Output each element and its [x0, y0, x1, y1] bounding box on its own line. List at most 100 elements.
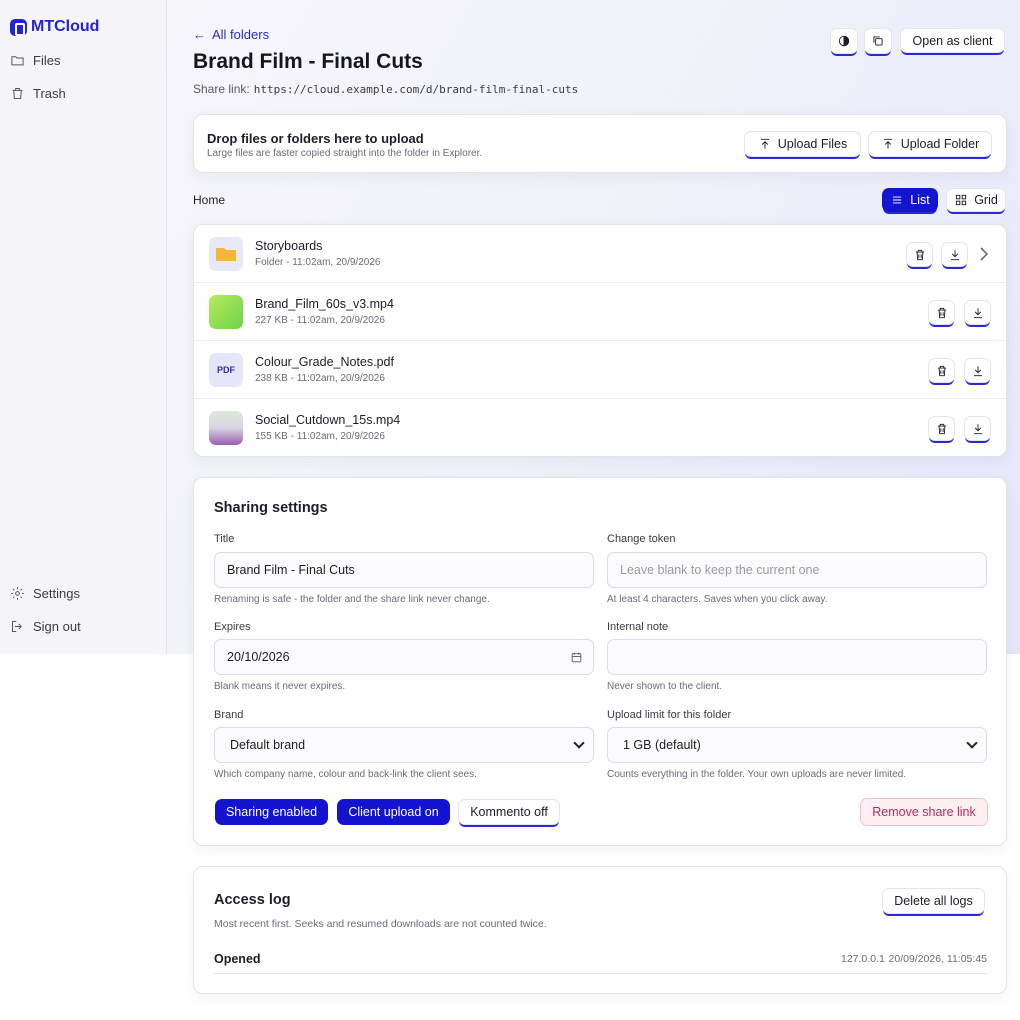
file-name: Brand_Film_60s_v3.mp4: [255, 297, 394, 311]
upload-folder-label: Upload Folder: [900, 137, 980, 151]
file-meta: 238 KB - 11:02am, 20/9/2026: [255, 373, 385, 384]
view-grid-label: Grid: [974, 193, 998, 207]
upload-folder-button[interactable]: Upload Folder: [868, 131, 992, 157]
section-title: Sharing settings: [214, 500, 328, 516]
breadcrumb[interactable]: Home: [193, 193, 225, 207]
file-row[interactable]: Brand_Film_60s_v3.mp4 227 KB - 11:02am, …: [194, 283, 1006, 341]
list-icon: [893, 196, 902, 204]
upload-heading: Drop files or folders here to upload: [207, 131, 424, 146]
chevron-right-icon[interactable]: [979, 247, 989, 261]
grid-icon: [956, 194, 967, 206]
delete-button[interactable]: [906, 242, 933, 267]
share-link-url[interactable]: https://cloud.example.com/d/brand-film-f…: [254, 83, 579, 96]
brand-select[interactable]: Default brand: [214, 727, 594, 763]
download-icon: [973, 365, 982, 376]
sidebar-item-files[interactable]: Files: [10, 53, 60, 68]
upload-files-button[interactable]: Upload Files: [744, 131, 861, 157]
sidebar-item-settings[interactable]: Settings: [10, 586, 80, 601]
sign-out-icon: [12, 621, 22, 632]
arrow-left-icon: ←: [193, 27, 206, 42]
download-button[interactable]: [964, 416, 991, 441]
log-row: Opened 127.0.0.1 20/09/2026, 11:05:45: [214, 951, 987, 974]
copy-icon: [873, 36, 883, 46]
download-icon: [973, 307, 982, 318]
folder-icon: [216, 248, 236, 261]
delete-button[interactable]: [928, 416, 955, 441]
file-row[interactable]: Storyboards Folder - 11:02am, 20/9/2026: [194, 225, 1006, 283]
file-meta: 227 KB - 11:02am, 20/9/2026: [255, 315, 385, 326]
remove-share-link-button[interactable]: Remove share link: [860, 798, 988, 826]
page-title: Brand Film - Final Cuts: [193, 50, 423, 73]
sidebar-item-label: Trash: [33, 86, 66, 101]
file-meta: Folder - 11:02am, 20/9/2026: [255, 257, 381, 268]
expires-hint: Blank means it never expires.: [214, 681, 346, 692]
log-time: 20/09/2026, 11:05:45: [888, 953, 987, 965]
back-link-label: All folders: [212, 27, 270, 42]
upload-icon: [883, 138, 892, 149]
kommento-toggle[interactable]: Kommento off: [458, 799, 560, 825]
trash-icon: [937, 365, 946, 376]
video-thumbnail: [209, 295, 243, 329]
file-row[interactable]: PDF Colour_Grade_Notes.pdf 238 KB - 11:0…: [194, 341, 1006, 399]
log-event: Opened: [214, 952, 261, 966]
internal-note-input[interactable]: [607, 639, 987, 675]
token-input[interactable]: Leave blank to keep the current one: [607, 552, 987, 588]
share-link: Share link: https://cloud.example.com/d/b…: [193, 82, 578, 96]
delete-button[interactable]: [928, 358, 955, 383]
pdf-thumbnail: PDF: [209, 353, 243, 387]
note-hint: Never shown to the client.: [607, 681, 723, 692]
title-label: Title: [214, 533, 235, 545]
title-input[interactable]: Brand Film - Final Cuts: [214, 552, 594, 588]
expires-date-input[interactable]: 20/10/2026: [214, 639, 594, 675]
trash-icon: [937, 307, 946, 318]
sidebar-item-label: Files: [33, 53, 61, 68]
upload-limit-select[interactable]: 1 GB (default): [607, 727, 987, 763]
sidebar-item-trash[interactable]: Trash: [10, 86, 66, 101]
brand-hint: Which company name, colour and back-link…: [214, 769, 477, 780]
download-button[interactable]: [964, 358, 991, 383]
file-name: Storyboards: [255, 239, 323, 253]
sidebar-item-label: Settings: [33, 586, 80, 601]
calendar-icon[interactable]: [570, 651, 583, 664]
delete-all-logs-button[interactable]: Delete all logs: [882, 888, 985, 914]
upload-limit-hint: Counts everything in the folder. Your ow…: [607, 769, 907, 780]
download-button[interactable]: [964, 300, 991, 325]
sidebar-item-sign-out[interactable]: Sign out: [10, 619, 81, 634]
upload-limit-label: Upload limit for this folder: [607, 709, 732, 721]
open-as-client-button[interactable]: Open as client: [900, 28, 1005, 53]
access-log-subtext: Most recent first. Seeks and resumed dow…: [214, 918, 547, 930]
section-title: Access log: [214, 892, 291, 908]
file-meta: 155 KB - 11:02am, 20/9/2026: [255, 431, 385, 442]
trash-icon: [12, 88, 23, 99]
chevron-down-icon: [573, 737, 585, 749]
upload-subtext: Large files are faster copied straight i…: [207, 148, 483, 159]
client-upload-toggle[interactable]: Client upload on: [337, 799, 450, 825]
upload-dropzone[interactable]: Drop files or folders here to upload Lar…: [193, 114, 1007, 173]
view-list-button[interactable]: List: [882, 188, 938, 212]
logo-icon: [10, 18, 27, 36]
contrast-icon: [838, 35, 850, 47]
file-row[interactable]: Social_Cutdown_15s.mp4 155 KB - 11:02am,…: [194, 399, 1006, 456]
file-name: Social_Cutdown_15s.mp4: [255, 413, 401, 427]
app-logo[interactable]: MTCloud: [10, 18, 99, 36]
download-icon: [950, 249, 959, 260]
folder-icon: [11, 56, 24, 66]
trash-icon: [915, 249, 924, 260]
upload-files-label: Upload Files: [777, 137, 848, 151]
sharing-settings-panel: Sharing settings Title Brand Film - Fina…: [193, 477, 1007, 846]
expires-value: 20/10/2026: [227, 650, 290, 664]
sharing-enabled-toggle[interactable]: Sharing enabled: [215, 799, 328, 825]
view-grid-button[interactable]: Grid: [946, 188, 1006, 212]
delete-button[interactable]: [928, 300, 955, 325]
log-ip: 127.0.0.1: [841, 953, 885, 965]
brand-select-value: Default brand: [230, 738, 306, 752]
sidebar-item-label: Sign out: [33, 619, 81, 634]
copy-link-button[interactable]: [864, 28, 892, 54]
title-hint: Renaming is safe - the folder and the sh…: [214, 594, 490, 605]
folder-thumbnail: [209, 237, 243, 271]
chevron-down-icon: [966, 737, 978, 749]
back-link[interactable]: ← All folders: [193, 27, 269, 42]
upload-icon: [760, 138, 769, 149]
download-button[interactable]: [941, 242, 968, 267]
theme-toggle-button[interactable]: [830, 28, 858, 54]
